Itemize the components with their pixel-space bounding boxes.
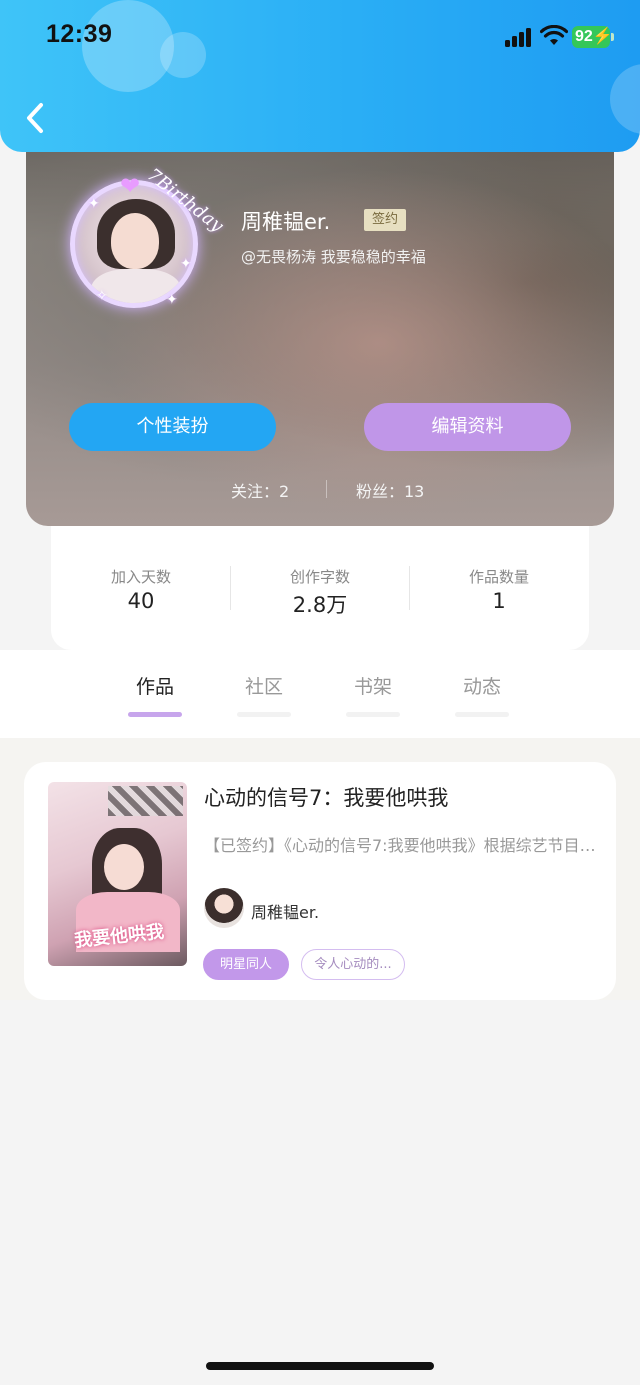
stat-value: 40 <box>127 589 155 613</box>
tab-label: 作品 <box>135 676 174 698</box>
author-avatar[interactable] <box>204 888 244 928</box>
stat-value: 1 <box>492 589 506 613</box>
stat-label: 作品数量 <box>468 568 529 586</box>
wifi-icon <box>540 25 568 45</box>
book-cover[interactable]: 我要他哄我 <box>48 782 187 966</box>
decor-bubble <box>610 64 640 134</box>
back-chevron-icon[interactable] <box>22 100 50 136</box>
battery-icon: 92⚡ <box>572 26 613 48</box>
profile-tabs: 作品 社区 书架 动态 <box>0 650 640 738</box>
username: 周稚韫er. <box>241 210 331 234</box>
user-bio: @无畏杨涛 我要稳稳的幸福 <box>241 248 426 266</box>
author-name[interactable]: 周稚韫er. <box>251 899 319 923</box>
dress-up-button[interactable]: 个性装扮 <box>69 403 276 451</box>
stat-label: 创作字数 <box>289 568 350 586</box>
decor-bubble <box>160 32 206 78</box>
tab-indicator <box>455 712 509 717</box>
tab-label: 书架 <box>353 676 392 698</box>
tab-works[interactable]: 作品 <box>115 672 195 717</box>
home-indicator[interactable] <box>206 1362 434 1370</box>
tab-indicator <box>237 712 291 717</box>
tab-indicator <box>128 712 182 717</box>
fans-count[interactable]: 粉丝：13 <box>356 478 424 502</box>
stat-label: 加入天数 <box>110 568 171 586</box>
divider <box>326 480 327 498</box>
work-description: 【已签约】《心动的信号7:我要他哄我》根据综艺节目改编 <box>204 836 600 855</box>
signed-badge: 签约 <box>364 209 406 231</box>
follow-stats-row: 关注：2 粉丝：13 <box>26 478 614 502</box>
charging-bolt-icon: ⚡ <box>592 28 613 45</box>
avatar[interactable]: ❤ 7Birthday ✦ ✦ ✧ ✦ <box>70 164 227 322</box>
status-time: 12:39 <box>46 20 113 48</box>
sparkle-icon: ✧ <box>96 288 108 304</box>
work-card[interactable]: 我要他哄我 心动的信号7：我要他哄我 【已签约】《心动的信号7:我要他哄我》根据… <box>24 762 616 1000</box>
battery-tip <box>611 33 614 41</box>
tag-celebrity-fanfic[interactable]: 明星同人 <box>203 949 289 980</box>
stat-word-count: 创作字数 2.8万 <box>230 566 410 619</box>
edit-profile-button[interactable]: 编辑资料 <box>364 403 571 451</box>
tab-label: 动态 <box>462 676 501 698</box>
tab-community[interactable]: 社区 <box>224 672 304 717</box>
tab-bookshelf[interactable]: 书架 <box>333 672 413 717</box>
tag-heart-signal[interactable]: 令人心动的... <box>301 949 405 980</box>
battery-level: 92 <box>575 28 593 45</box>
tab-activity[interactable]: 动态 <box>442 672 522 717</box>
stat-works-count: 作品数量 1 <box>409 566 589 613</box>
tab-indicator <box>346 712 400 717</box>
stats-card: 加入天数 40 创作字数 2.8万 作品数量 1 <box>51 526 589 650</box>
sparkle-icon: ✦ <box>180 256 192 272</box>
stat-value: 2.8万 <box>292 593 348 617</box>
sparkle-icon: ✦ <box>88 196 100 212</box>
heart-icon: ❤ <box>120 172 141 200</box>
header-bar: 12:39 92⚡ <box>0 0 640 152</box>
work-title[interactable]: 心动的信号7：我要他哄我 <box>204 782 448 812</box>
profile-card: ❤ 7Birthday ✦ ✦ ✧ ✦ 周稚韫er. 签约 @无畏杨涛 我要稳稳… <box>26 120 614 526</box>
signal-icon <box>505 27 535 47</box>
following-count[interactable]: 关注：2 <box>231 478 289 502</box>
sparkle-icon: ✦ <box>166 292 178 308</box>
stat-join-days: 加入天数 40 <box>51 566 231 613</box>
tab-label: 社区 <box>244 676 283 698</box>
